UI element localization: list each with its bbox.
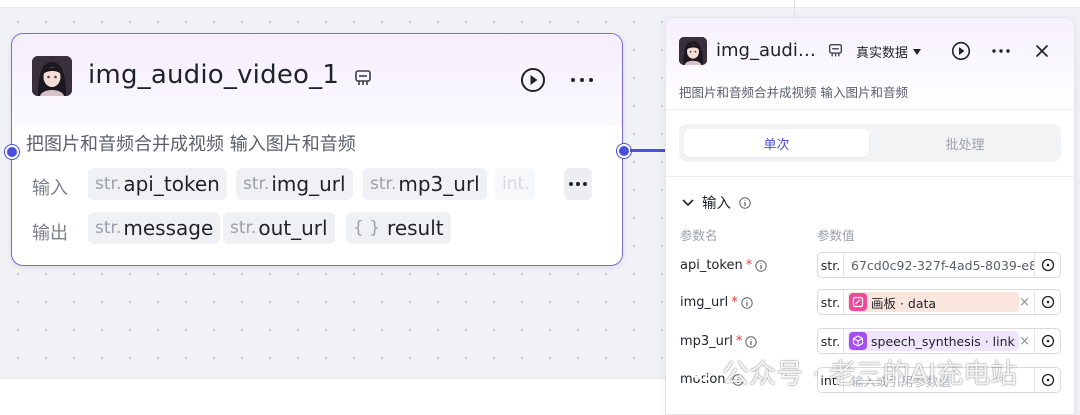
close-icon[interactable]: [1032, 41, 1052, 61]
type-label: str.: [230, 218, 257, 238]
input-chip-img-url[interactable]: str. img_url: [236, 168, 353, 200]
more-icon[interactable]: [990, 41, 1012, 61]
output-chip-result[interactable]: { } result: [346, 212, 451, 244]
input-section-toggle[interactable]: 输入: [682, 192, 751, 213]
panel-description: 把图片和音频合并成视频 输入图片和音频: [679, 85, 908, 100]
node-input-port[interactable]: [5, 145, 19, 159]
tab-single[interactable]: 单次: [684, 129, 869, 157]
watermark: 公众号 · 老三的AI充电站: [688, 352, 1017, 391]
reference-tag-speech[interactable]: speech_synthesis · link: [848, 331, 1020, 351]
data-mode-dropdown[interactable]: 真实数据: [856, 42, 922, 61]
node-title[interactable]: img_audio_video_1: [88, 60, 339, 90]
divider: [666, 176, 1074, 177]
more-inputs-button[interactable]: [564, 168, 592, 200]
column-header-value: 参数值: [817, 228, 855, 243]
input-chip-mp3-url[interactable]: str. mp3_url: [363, 168, 487, 200]
reference-tag-board[interactable]: 画板 · data: [848, 292, 1020, 312]
board-icon: [849, 293, 867, 311]
mp3-url-field[interactable]: str. speech_synthesis · link ×: [817, 328, 1061, 354]
output-chip-message[interactable]: str. message: [88, 212, 221, 244]
chevron-down-icon: [913, 48, 922, 55]
outputs-label: 输出: [32, 223, 68, 244]
run-icon[interactable]: [951, 41, 971, 61]
param-label-mp3-url: mp3_url *: [680, 334, 758, 349]
run-icon[interactable]: [520, 67, 546, 93]
cube-icon: [849, 332, 867, 350]
avatar-icon: [679, 37, 707, 65]
param-label-api-token: api_token *: [680, 258, 767, 273]
connection-edge[interactable]: [630, 149, 667, 152]
panel-title: img_audi…: [716, 40, 816, 61]
flag-icon[interactable]: [354, 69, 372, 87]
workflow-node-card[interactable]: img_audio_video_1 把图片和音频合并成视频 输入图片和音频 输入…: [11, 33, 623, 266]
info-icon: [745, 335, 758, 348]
top-toolbar-strip: [0, 0, 1080, 8]
target-icon[interactable]: [1034, 368, 1060, 392]
avatar-icon: [32, 56, 72, 96]
type-label: str.: [95, 174, 122, 194]
output-chip-out-url[interactable]: str. out_url: [223, 212, 335, 244]
type-label: str.: [818, 329, 844, 353]
column-header-name: 参数名: [680, 228, 718, 243]
type-label: str.: [818, 290, 844, 314]
info-icon: [755, 259, 767, 272]
flag-icon[interactable]: [828, 43, 843, 58]
node-output-port[interactable]: [617, 144, 631, 158]
more-icon: [569, 182, 587, 186]
info-icon: [739, 196, 751, 209]
remove-reference-icon[interactable]: ×: [1019, 295, 1030, 310]
type-label: str.: [370, 174, 397, 194]
type-label: { }: [353, 218, 381, 238]
target-icon[interactable]: [1034, 329, 1060, 353]
param-label-img-url: img_url *: [680, 295, 753, 310]
bottom-toolbar-strip: [0, 378, 665, 415]
more-icon[interactable]: [567, 67, 597, 93]
wechat-logo-icon: [689, 361, 711, 381]
type-label: str.: [243, 174, 270, 194]
input-chip-api-token[interactable]: str. api_token: [88, 168, 227, 200]
inputs-label: 输入: [32, 178, 68, 199]
target-icon[interactable]: [1034, 253, 1060, 277]
type-label: str.: [95, 218, 122, 238]
input-chip-motion[interactable]: int.: [495, 168, 535, 200]
run-mode-tabs: 单次 批处理: [679, 124, 1061, 162]
tab-batch[interactable]: 批处理: [874, 129, 1056, 157]
chevron-down-icon: [682, 198, 694, 206]
node-description: 把图片和音频合并成视频 输入图片和音频: [26, 134, 356, 155]
type-label: str.: [818, 253, 844, 277]
info-icon: [741, 296, 753, 309]
target-icon[interactable]: [1034, 290, 1060, 314]
type-label: int.: [502, 174, 530, 194]
img-url-field[interactable]: str. 画板 · data ×: [817, 289, 1061, 315]
api-token-field[interactable]: str. 67cd0c92-327f-4ad5-8039-e8: [817, 252, 1061, 278]
remove-reference-icon[interactable]: ×: [1019, 334, 1030, 349]
